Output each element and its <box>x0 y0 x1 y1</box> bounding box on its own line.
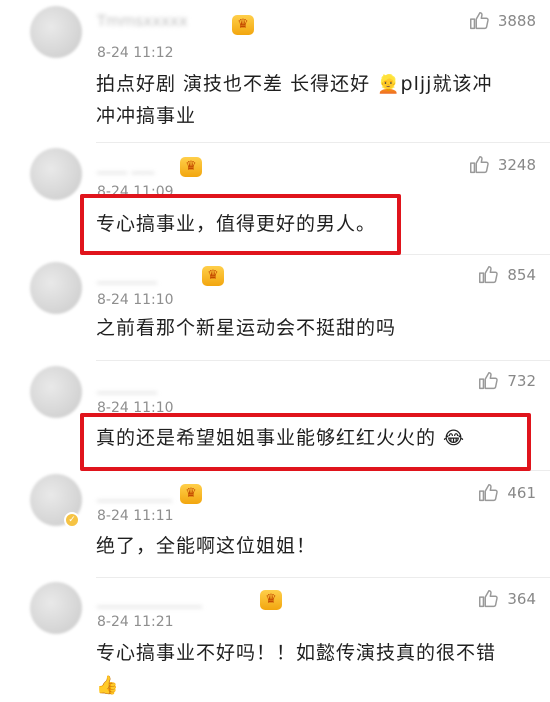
comment-text: 专心搞事业不好吗！！如懿传演技真的很不错 👍 <box>96 642 497 696</box>
thumbs-up-icon <box>469 12 489 30</box>
thumbs-up-icon <box>479 484 499 502</box>
divider <box>96 577 550 578</box>
crown-icon: ♛ <box>180 484 202 504</box>
username[interactable]: Tmmsxxxxx <box>97 12 217 30</box>
comment-text: 之前看那个新星运动会不挺甜的吗 <box>96 317 397 339</box>
like-count: 461 <box>507 484 536 502</box>
thumbs-up-icon <box>469 156 489 174</box>
crown-icon: ♛ <box>202 266 224 286</box>
thumbs-up-icon <box>479 372 499 390</box>
like-button[interactable]: 461 <box>477 482 536 504</box>
comment-text: 绝了，全能啊这位姐姐！ <box>96 535 317 557</box>
like-count: 854 <box>507 266 536 284</box>
crown-icon: ♛ <box>260 590 282 610</box>
avatar[interactable] <box>30 366 82 418</box>
divider <box>96 142 550 143</box>
like-count: 364 <box>507 590 536 608</box>
username[interactable]: ____ ___ <box>97 156 177 174</box>
verified-badge-icon: ✓ <box>64 512 80 528</box>
timestamp: 8-24 11:12 <box>97 45 174 61</box>
timestamp: 8-24 11:21 <box>97 614 174 630</box>
divider <box>96 360 550 361</box>
thumbs-up-icon <box>479 590 499 608</box>
like-count: 732 <box>507 372 536 390</box>
like-count: 3248 <box>497 156 536 174</box>
like-button[interactable]: 732 <box>477 370 536 392</box>
avatar[interactable] <box>30 6 82 58</box>
timestamp: 8-24 11:11 <box>97 508 174 524</box>
highlight-box <box>80 194 401 255</box>
avatar[interactable] <box>30 582 82 634</box>
timestamp: 8-24 11:10 <box>97 292 174 308</box>
avatar[interactable] <box>30 148 82 200</box>
like-button[interactable]: 3248 <box>468 154 536 176</box>
comment-text: 拍点好剧 演技也不差 长得还好 👱pljj就该冲冲冲搞事业 <box>96 73 493 127</box>
thumbs-up-emoji-icon: 👍 <box>96 675 120 696</box>
username[interactable]: ________ <box>97 376 197 394</box>
like-count: 3888 <box>497 12 536 30</box>
crown-icon: ♛ <box>232 15 254 35</box>
username[interactable]: ________ <box>97 266 197 284</box>
crown-icon: ♛ <box>180 157 202 177</box>
like-button[interactable]: 854 <box>477 264 536 286</box>
highlight-box <box>80 413 531 471</box>
username[interactable]: __________ <box>97 484 175 502</box>
avatar[interactable] <box>30 262 82 314</box>
username[interactable]: ______________ <box>97 590 255 608</box>
like-button[interactable]: 3888 <box>468 10 536 32</box>
emoji-icon: 👱 <box>377 74 401 95</box>
thumbs-up-icon <box>479 266 499 284</box>
like-button[interactable]: 364 <box>477 588 536 610</box>
